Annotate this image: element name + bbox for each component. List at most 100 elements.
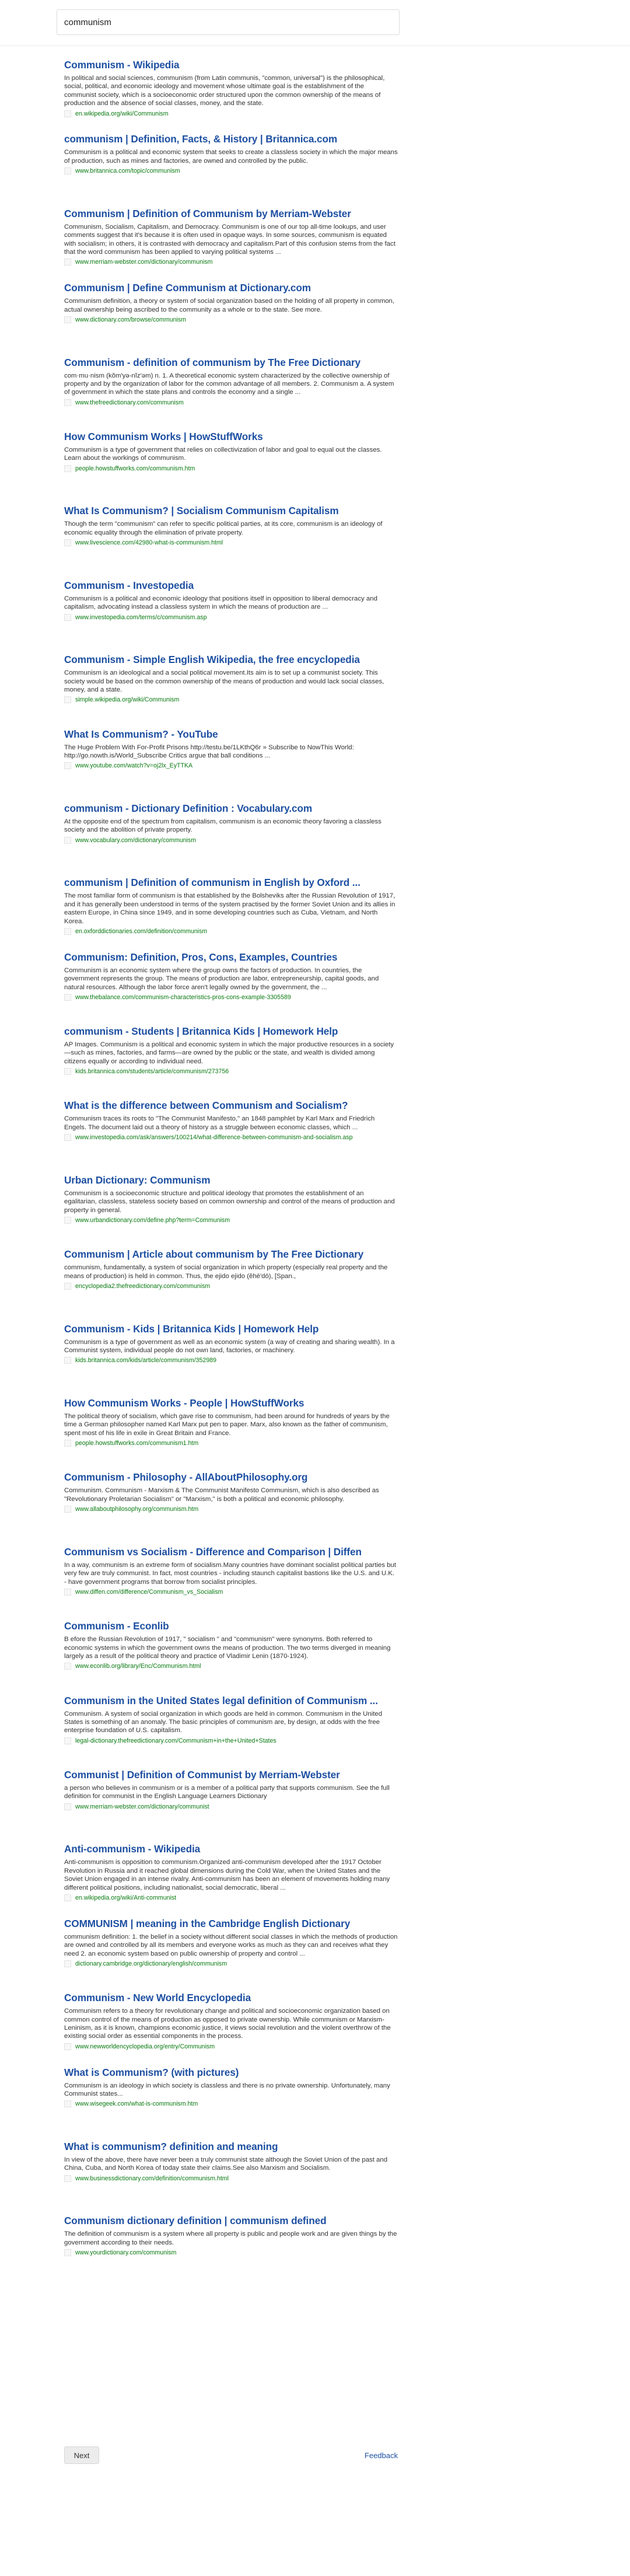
result-title-link[interactable]: How Communism Works - People | HowStuffW… (64, 1397, 398, 1409)
result-item: How Communism Works | HowStuffWorks Commu… (64, 431, 398, 505)
favicon-icon (64, 993, 71, 1001)
result-snippet: Though the term "communism" can refer to… (64, 521, 383, 536)
result-title-link[interactable]: Communism - New World Encyclopedia (64, 1992, 398, 2004)
result-snippet: Communism is a type of government as wel… (64, 1338, 395, 1355)
result-title-link[interactable]: What Is Communism? - YouTube (64, 728, 398, 741)
result-url[interactable]: kids.britannica.com/kids/article/communi… (75, 1357, 216, 1364)
result-item: What Is Communism? - YouTube The Huge Pro… (64, 728, 398, 802)
result-url-row: dictionary.cambridge.org/dictionary/engl… (64, 1960, 398, 1968)
result-title-link[interactable]: Communist | Definition of Communist by M… (64, 1769, 398, 1781)
result-title-link[interactable]: Communism | Define Communism at Dictiona… (64, 282, 398, 294)
result-url[interactable]: www.britannica.com/topic/communism (75, 167, 180, 174)
result-url[interactable]: www.wisegeek.com/what-is-communism.htm (75, 2100, 198, 2107)
result-url-row: www.livescience.com/42980-what-is-commun… (64, 539, 398, 547)
result-title-link[interactable]: Communism | Definition of Communism by M… (64, 208, 398, 220)
result-title-link[interactable]: communism | Definition of communism in E… (64, 877, 398, 889)
result-url[interactable]: dictionary.cambridge.org/dictionary/engl… (75, 1960, 227, 1967)
favicon-icon (64, 1803, 71, 1810)
result-url[interactable]: www.youtube.com/watch?v=oj2lx_EyTTKA (75, 762, 192, 769)
result-url-row: www.yourdictionary.com/communism (64, 2249, 398, 2257)
result-title-link[interactable]: communism - Dictionary Definition : Voca… (64, 802, 398, 815)
result-url[interactable]: people.howstuffworks.com/communism.htm (75, 465, 195, 472)
favicon-icon (64, 836, 71, 844)
result-url[interactable]: www.yourdictionary.com/communism (75, 2249, 176, 2256)
result-url[interactable]: people.howstuffworks.com/communism1.htm (75, 1440, 198, 1447)
result-url[interactable]: www.urbandictionary.com/define.php?term=… (75, 1217, 230, 1224)
result-snippet: Communism. A system of social organizati… (64, 1710, 383, 1734)
result-snippet: Communism is an ideology in which societ… (64, 2082, 390, 2097)
result-title-link[interactable]: Communism - Econlib (64, 1620, 398, 1632)
result-title-link[interactable]: Communism: Definition, Pros, Cons, Examp… (64, 951, 398, 964)
result-item: Communism - Wikipedia In political and so… (64, 59, 398, 133)
result-title-link[interactable]: Anti-communism - Wikipedia (64, 1843, 398, 1855)
result-url[interactable]: en.wikipedia.org/wiki/Anti-communist (75, 1894, 176, 1901)
result-url[interactable]: www.allaboutphilosophy.org/communism.htm (75, 1506, 198, 1513)
result-snippet: Communism traces its roots to "The Commu… (64, 1115, 375, 1131)
next-page-button[interactable]: Next (64, 2446, 99, 2464)
result-item: Communism - Philosophy - AllAboutPhiloso… (64, 1471, 398, 1545)
result-url[interactable]: www.merriam-webster.com/dictionary/commu… (75, 259, 212, 266)
result-title-link[interactable]: What is Communism? (with pictures) (64, 2067, 398, 2079)
result-title-link[interactable]: Communism in the United States legal def… (64, 1695, 398, 1707)
result-url[interactable]: www.thebalance.com/communism-characteris… (75, 994, 291, 1001)
favicon-icon (64, 1506, 71, 1513)
favicon-icon (64, 1134, 71, 1142)
result-title-link[interactable]: Communism - Investopedia (64, 580, 398, 592)
result-url[interactable]: www.vocabulary.com/dictionary/communism (75, 837, 196, 844)
result-url[interactable]: en.oxforddictionaries.com/definition/com… (75, 928, 207, 935)
result-url[interactable]: www.econlib.org/library/Enc/Communism.ht… (75, 1663, 201, 1670)
result-item: communism | Definition of communism in E… (64, 877, 398, 951)
result-title-link[interactable]: What is the difference between Communism… (64, 1099, 398, 1112)
feedback-link[interactable]: Feedback (365, 2451, 398, 2460)
result-item: What is Communism? (with pictures) Commun… (64, 2067, 398, 2141)
result-url[interactable]: simple.wikipedia.org/wiki/Communism (75, 696, 179, 703)
result-url-row: www.newworldencyclopedia.org/entry/Commu… (64, 2043, 398, 2051)
favicon-icon (64, 2174, 71, 2182)
result-item: How Communism Works - People | HowStuffW… (64, 1397, 398, 1471)
result-title-link[interactable]: Communism | Article about communism by T… (64, 1248, 398, 1261)
result-url[interactable]: www.livescience.com/42980-what-is-commun… (75, 539, 223, 546)
result-title-link[interactable]: communism - Students | Britannica Kids |… (64, 1025, 398, 1038)
result-url[interactable]: www.diffen.com/difference/Communism_vs_S… (75, 1589, 223, 1596)
result-title-link[interactable]: Urban Dictionary: Communism (64, 1174, 398, 1186)
result-title-link[interactable]: Communism - Kids | Britannica Kids | Hom… (64, 1323, 398, 1335)
result-url[interactable]: encyclopedia2.thefreedictionary.com/comm… (75, 1283, 210, 1290)
favicon-icon (64, 762, 71, 770)
result-item: Communism vs Socialism - Difference and … (64, 1546, 398, 1620)
result-url[interactable]: kids.britannica.com/students/article/com… (75, 1068, 229, 1075)
result-title-link[interactable]: How Communism Works | HowStuffWorks (64, 431, 398, 443)
result-snippet: Communism, Socialism, Capitalism, and De… (64, 223, 396, 256)
search-box[interactable] (57, 9, 400, 35)
result-snippet: The definition of communism is a system … (64, 2231, 397, 2246)
result-url-row: www.vocabulary.com/dictionary/communism (64, 836, 398, 844)
result-title-link[interactable]: Communism vs Socialism - Difference and … (64, 1546, 398, 1558)
result-url-row: www.investopedia.com/ask/answers/100214/… (64, 1133, 398, 1142)
result-url-row: www.businessdictionary.com/definition/co… (64, 2174, 398, 2183)
result-title-link[interactable]: Communism dictionary definition | commun… (64, 2215, 398, 2227)
favicon-icon (64, 316, 71, 323)
result-title-link[interactable]: What Is Communism? | Socialism Communism… (64, 505, 398, 517)
result-title-link[interactable]: Communism - Philosophy - AllAboutPhiloso… (64, 1471, 398, 1484)
favicon-icon (64, 1960, 71, 1967)
result-url[interactable]: www.investopedia.com/terms/c/communism.a… (75, 614, 206, 621)
result-url[interactable]: www.merriam-webster.com/dictionary/commu… (75, 1803, 209, 1810)
result-url-row: en.wikipedia.org/wiki/Communism (64, 110, 398, 118)
result-url-row: people.howstuffworks.com/communism.htm (64, 465, 398, 473)
result-url[interactable]: www.businessdictionary.com/definition/co… (75, 2175, 229, 2182)
result-url[interactable]: www.investopedia.com/ask/answers/100214/… (75, 1134, 353, 1141)
result-url-row: www.thebalance.com/communism-characteris… (64, 993, 398, 1001)
result-url[interactable]: www.thefreedictionary.com/communism (75, 399, 184, 406)
favicon-icon (64, 1894, 71, 1901)
result-title-link[interactable]: Communism - definition of communism by T… (64, 357, 398, 369)
result-title-link[interactable]: Communism - Wikipedia (64, 59, 398, 71)
result-url[interactable]: www.dictionary.com/browse/communism (75, 316, 186, 323)
result-title-link[interactable]: What is communism? definition and meanin… (64, 2141, 398, 2153)
search-input[interactable] (57, 10, 399, 34)
result-title-link[interactable]: Communism - Simple English Wikipedia, th… (64, 654, 398, 666)
result-url[interactable]: legal-dictionary.thefreedictionary.com/C… (75, 1737, 276, 1744)
result-title-link[interactable]: COMMUNISM | meaning in the Cambridge Eng… (64, 1918, 398, 1930)
result-title-link[interactable]: communism | Definition, Facts, & History… (64, 133, 398, 145)
result-snippet: In view of the above, there have never b… (64, 2156, 388, 2172)
result-url[interactable]: en.wikipedia.org/wiki/Communism (75, 110, 169, 117)
result-url[interactable]: www.newworldencyclopedia.org/entry/Commu… (75, 2043, 215, 2050)
